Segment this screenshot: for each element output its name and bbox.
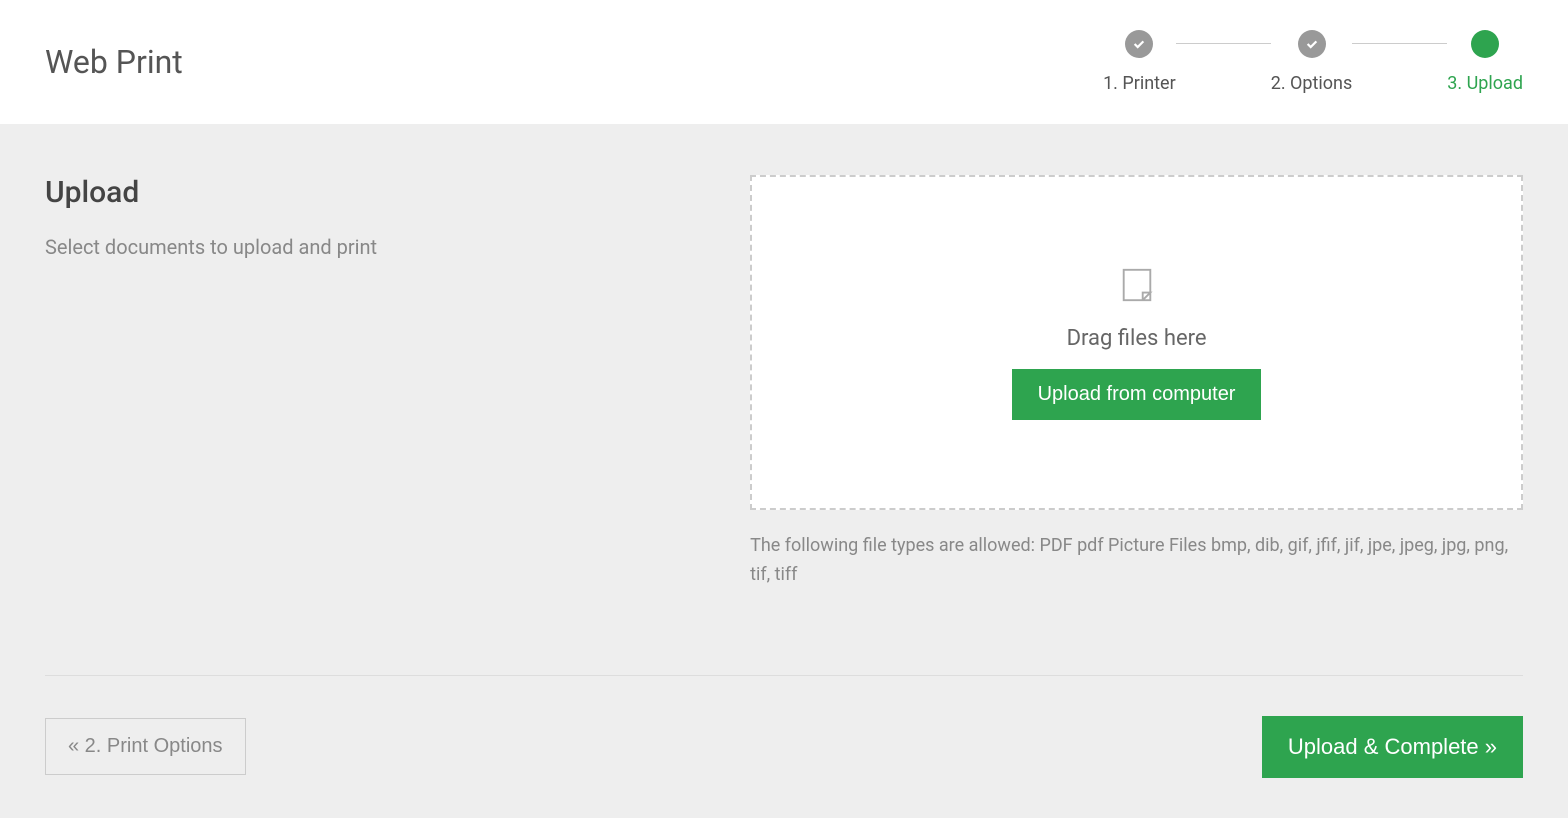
file-dropzone[interactable]: Drag files here Upload from computer xyxy=(750,175,1523,510)
check-icon xyxy=(1298,30,1326,58)
step-printer[interactable]: 1. Printer xyxy=(1103,30,1176,94)
upload-from-computer-button[interactable]: Upload from computer xyxy=(1012,369,1262,420)
step-connector xyxy=(1352,43,1447,44)
active-step-icon xyxy=(1471,30,1499,58)
content: Upload Select documents to upload and pr… xyxy=(0,125,1568,818)
step-upload[interactable]: 3. Upload xyxy=(1447,30,1523,94)
upload-complete-button[interactable]: Upload & Complete » xyxy=(1262,716,1523,778)
content-right: Drag files here Upload from computer The… xyxy=(750,175,1523,590)
page-title: Web Print xyxy=(45,43,183,81)
section-title: Upload xyxy=(45,175,710,210)
divider xyxy=(45,675,1523,676)
stepper: 1. Printer 2. Options 3. Upload xyxy=(1103,30,1523,94)
drag-text: Drag files here xyxy=(1067,326,1207,351)
header: Web Print 1. Printer 2. Options 3. Uploa… xyxy=(0,0,1568,125)
step-connector xyxy=(1176,43,1271,44)
step-label: 1. Printer xyxy=(1103,73,1176,94)
document-icon xyxy=(1118,266,1156,308)
back-button[interactable]: « 2. Print Options xyxy=(45,718,246,775)
step-label: 2. Options xyxy=(1271,73,1353,94)
allowed-file-types: The following file types are allowed: PD… xyxy=(750,532,1523,590)
content-left: Upload Select documents to upload and pr… xyxy=(45,175,710,590)
step-label: 3. Upload xyxy=(1447,73,1523,94)
check-icon xyxy=(1125,30,1153,58)
section-subtitle: Select documents to upload and print xyxy=(45,235,710,259)
footer-buttons: « 2. Print Options Upload & Complete » xyxy=(45,716,1523,778)
step-options[interactable]: 2. Options xyxy=(1271,30,1353,94)
